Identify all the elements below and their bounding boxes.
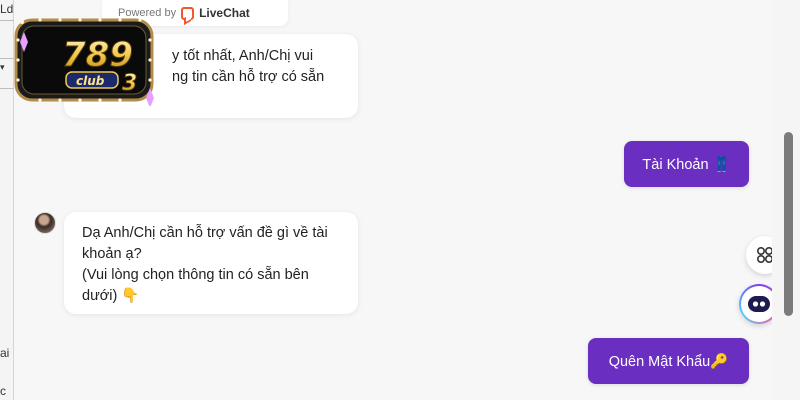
message-text-line: (Vui lòng chọn thông tin có sẵn bên: [82, 267, 309, 283]
livechat-logo-icon: [181, 6, 195, 20]
user-message-text: Quên Mật Khẩu🔑: [608, 353, 729, 370]
message-text-line: khoản ạ?: [82, 246, 142, 262]
agent-message-bubble: Dạ Anh/Chị cần hỗ trợ vấn đề gì về tài k…: [64, 212, 358, 314]
user-message-bubble: Tài Khoản 👖: [624, 141, 749, 187]
site-logo: 789 club 3: [10, 10, 160, 108]
chat-widget-inner: [741, 286, 772, 322]
logo-sub: club: [76, 74, 105, 88]
chat-widget-icon: [748, 296, 770, 312]
agent-avatar: [34, 212, 56, 234]
user-message-text: Tài Khoản 👖: [642, 156, 731, 173]
chat-widget-button[interactable]: [739, 284, 772, 324]
message-text-line: Dạ Anh/Chị cần hỗ trợ vấn đề gì về tài: [82, 225, 328, 241]
scrollbar-thumb[interactable]: [784, 132, 793, 316]
apps-button[interactable]: [746, 236, 772, 274]
logo-number: 789: [62, 35, 133, 75]
message-text-line: y tốt nhất, Anh/Chị vui: [172, 48, 314, 64]
logo-num: 3: [122, 71, 137, 96]
background-text-fragment: c: [0, 384, 6, 398]
background-text-fragment: ai: [0, 346, 10, 360]
message-text-line: ng tin cần hỗ trợ có sẵn: [172, 69, 325, 85]
user-message-bubble: Quên Mật Khẩu🔑: [588, 338, 749, 384]
apps-grid-icon: [756, 246, 772, 264]
livechat-brand-name: LiveChat: [199, 6, 250, 20]
789-club-logo-icon: 789 club 3: [14, 18, 154, 108]
message-text-line: dưới) 👇: [82, 288, 140, 304]
